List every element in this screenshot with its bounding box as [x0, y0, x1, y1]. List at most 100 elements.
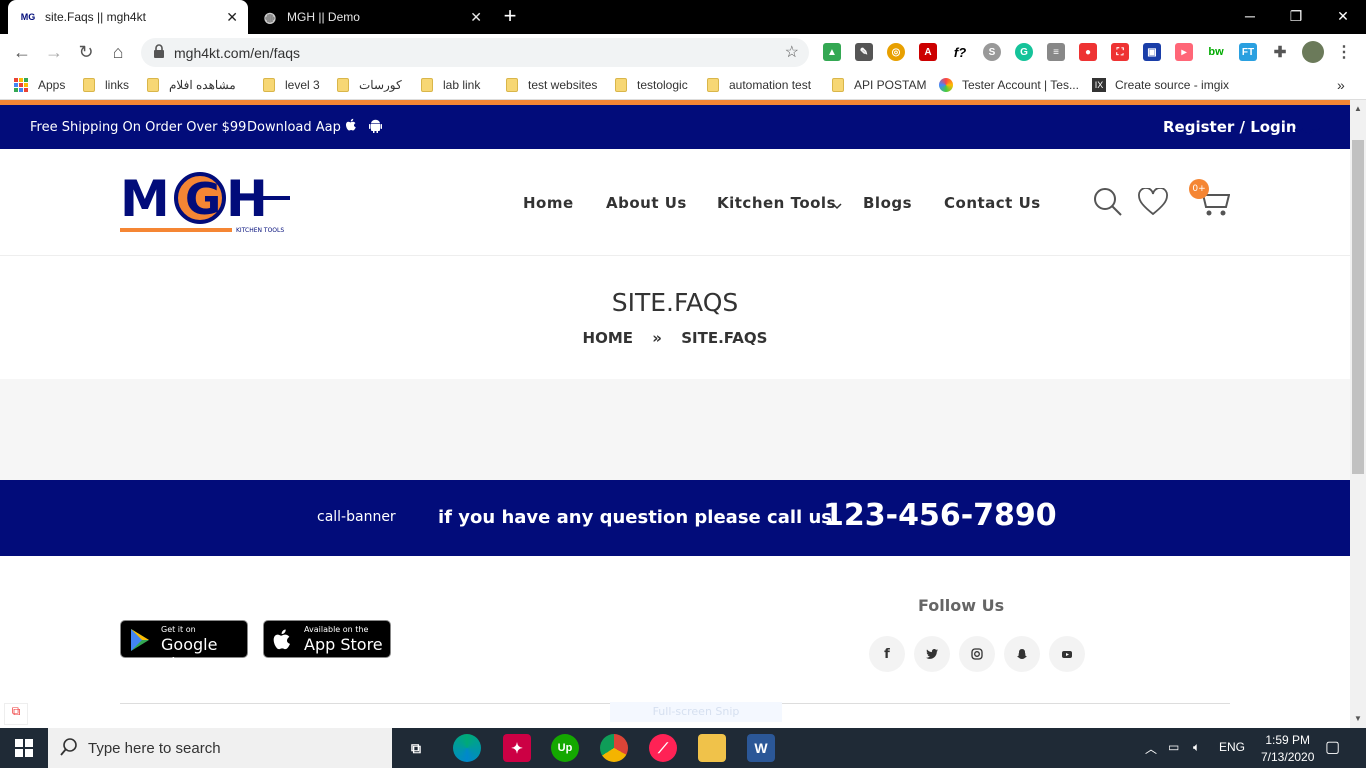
file-explorer-icon[interactable]: [698, 734, 726, 762]
restore-button[interactable]: ❐: [1273, 0, 1319, 32]
call-banner-image: call-banner: [317, 509, 396, 525]
tab-strip: MG site.Faqs || mgh4kt ✕ ◍ MGH || Demo ✕…: [0, 0, 1366, 34]
notes-icon[interactable]: ≡: [1047, 43, 1065, 61]
bookmark-apps[interactable]: Apps: [14, 76, 65, 94]
tab-title: MGH || Demo: [287, 10, 360, 24]
close-icon[interactable]: ✕: [470, 9, 482, 26]
nav-home[interactable]: Home: [523, 194, 574, 212]
profile-avatar[interactable]: [1302, 41, 1324, 63]
colorful-circle-icon: [939, 78, 953, 92]
skype-icon[interactable]: S: [983, 43, 1001, 61]
edge-icon[interactable]: [453, 734, 481, 762]
twitter-icon[interactable]: [914, 636, 950, 672]
forward-button[interactable]: →: [42, 40, 66, 64]
notification-icon[interactable]: ▢: [1325, 737, 1340, 757]
network-icon[interactable]: ▭: [1168, 740, 1179, 754]
breadcrumb-home[interactable]: HOME: [583, 329, 633, 347]
phone-number[interactable]: 123-456-7890: [823, 498, 1057, 533]
reload-button[interactable]: ↻: [74, 40, 98, 64]
extension-icon[interactable]: ◎: [887, 43, 905, 61]
bookmark-folder[interactable]: كورسات: [337, 76, 402, 94]
app-store-badge[interactable]: Available on the App Store: [263, 620, 391, 658]
search-icon[interactable]: [1093, 187, 1123, 221]
puzzle-icon[interactable]: ✚: [1271, 43, 1289, 61]
bookmark-folder[interactable]: API POSTAM: [832, 76, 926, 94]
chevron-down-icon: [832, 196, 842, 215]
snapchat-icon[interactable]: [1004, 636, 1040, 672]
faq-content-area: [0, 379, 1350, 480]
taskbar-search[interactable]: Type here to search: [48, 728, 392, 768]
word-icon[interactable]: W: [747, 734, 775, 762]
bookmark-folder[interactable]: automation test: [707, 76, 811, 94]
bookmark-folder[interactable]: test websites: [506, 76, 597, 94]
cast-icon[interactable]: ▸: [1175, 43, 1193, 61]
chrome-icon[interactable]: [600, 734, 628, 762]
folder-icon: [83, 78, 95, 92]
chevron-up-icon[interactable]: ︿: [1145, 740, 1157, 757]
language-switch[interactable]: عربي: [1294, 120, 1321, 134]
youtube-icon[interactable]: [1049, 636, 1085, 672]
mgh-favicon-icon: MG: [20, 12, 36, 22]
drive-icon[interactable]: ▲: [823, 43, 841, 61]
close-window-button[interactable]: ✕: [1320, 0, 1366, 32]
formula-icon[interactable]: f?: [951, 43, 969, 61]
follow-us-heading: Follow Us: [918, 596, 1005, 615]
minimize-button[interactable]: ─: [1227, 0, 1273, 32]
register-login-link[interactable]: Register / Login: [1163, 118, 1297, 136]
page-scrollbar[interactable]: ▲ ▼: [1350, 100, 1366, 728]
nav-blogs[interactable]: Blogs: [863, 194, 912, 212]
clock[interactable]: 1:59 PM 7/13/2020: [1261, 733, 1314, 764]
bookmark-folder[interactable]: lab link: [421, 76, 480, 94]
eyedropper-icon[interactable]: ✎: [855, 43, 873, 61]
grammarly-icon[interactable]: G: [1015, 43, 1033, 61]
task-view-icon[interactable]: ⧉: [402, 734, 430, 762]
language-indicator[interactable]: ENG: [1219, 740, 1245, 754]
apple-icon: [272, 628, 292, 657]
home-button[interactable]: ⌂: [106, 40, 130, 64]
bookmark-link[interactable]: IX Create source - imgix: [1092, 76, 1229, 94]
upwork-icon[interactable]: Up: [551, 734, 579, 762]
svg-text:G: G: [185, 174, 221, 225]
laravel-icon[interactable]: ⧉: [4, 703, 28, 725]
apple-icon[interactable]: [345, 118, 357, 136]
instagram-icon[interactable]: [959, 636, 995, 672]
site-header: M G H KITCHEN TOOLS Home About Us Kitche…: [0, 149, 1350, 256]
nav-kitchen-tools[interactable]: Kitchen Tools: [717, 194, 836, 212]
screenshot-icon[interactable]: ⛶: [1111, 43, 1129, 61]
address-bar[interactable]: mgh4kt.com/en/faqs ☆: [141, 38, 809, 67]
screen-icon[interactable]: ▣: [1143, 43, 1161, 61]
menu-icon[interactable]: ⋮: [1335, 43, 1353, 61]
bookmark-folder[interactable]: links: [83, 76, 129, 94]
pdf-icon[interactable]: A: [919, 43, 937, 61]
postman-icon[interactable]: ⟋: [649, 734, 677, 762]
scroll-down-arrow[interactable]: ▼: [1354, 714, 1362, 723]
nav-contact-us[interactable]: Contact Us: [944, 194, 1041, 212]
new-tab-button[interactable]: +: [498, 4, 522, 28]
scrollbar-thumb[interactable]: [1352, 140, 1364, 474]
facebook-icon[interactable]: f: [869, 636, 905, 672]
paint-icon[interactable]: ✦: [503, 734, 531, 762]
volume-icon[interactable]: 🔈︎: [1193, 740, 1200, 755]
more-bookmarks-icon[interactable]: »: [1337, 76, 1345, 94]
scroll-up-arrow[interactable]: ▲: [1354, 104, 1362, 113]
android-icon[interactable]: [369, 118, 382, 137]
bw-icon[interactable]: bw: [1207, 43, 1225, 61]
mgh-logo[interactable]: M G H KITCHEN TOOLS: [120, 166, 292, 236]
close-icon[interactable]: ✕: [226, 9, 238, 26]
tab-demo[interactable]: ◍ MGH || Demo ✕: [250, 0, 492, 34]
heart-icon[interactable]: [1138, 187, 1168, 220]
cart-count-badge: 0+: [1189, 179, 1209, 199]
bookmark-folder[interactable]: level 3: [263, 76, 320, 94]
nav-about-us[interactable]: About Us: [606, 194, 687, 212]
date: 7/13/2020: [1261, 750, 1315, 764]
ft-icon[interactable]: FT: [1239, 43, 1257, 61]
bookmark-folder[interactable]: مشاهده افلام: [147, 76, 236, 94]
bookmark-star-icon[interactable]: ☆: [785, 42, 799, 62]
bookmark-link[interactable]: Tester Account | Tes...: [939, 76, 1079, 94]
record-icon[interactable]: ●: [1079, 43, 1097, 61]
google-play-badge[interactable]: Get it on Google play: [120, 620, 248, 673]
tab-faqs[interactable]: MG site.Faqs || mgh4kt ✕: [8, 0, 248, 34]
back-button[interactable]: ←: [10, 40, 34, 64]
windows-start-icon[interactable]: [10, 734, 38, 762]
bookmark-folder[interactable]: testologic: [615, 76, 688, 94]
